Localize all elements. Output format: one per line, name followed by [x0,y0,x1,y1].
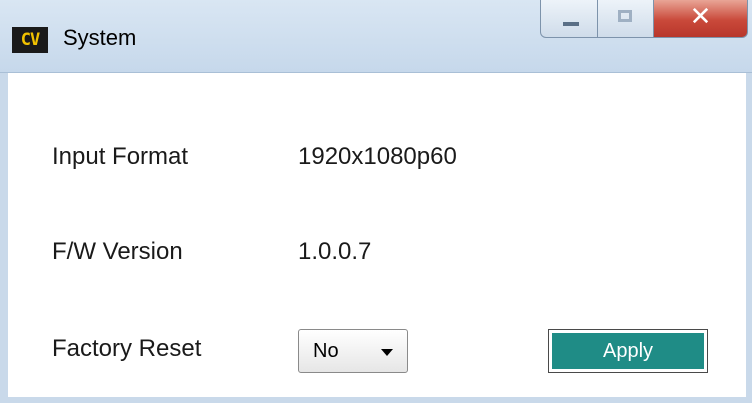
input-format-value: 1920x1080p60 [298,143,457,170]
system-window: CV System ✕ Input Format 1920x1080p60 F/… [0,0,752,403]
chevron-down-icon [381,349,393,356]
title-bar[interactable]: CV System ✕ [0,0,752,73]
caption-buttons: ✕ [540,0,748,40]
app-logo-icon: CV [12,27,48,53]
minimize-icon [563,22,579,26]
factory-reset-select[interactable]: No [298,329,408,373]
factory-reset-label: Factory Reset [52,335,202,362]
close-icon: ✕ [689,2,712,32]
maximize-icon [618,10,632,22]
close-button[interactable]: ✕ [654,0,748,38]
window-title: System [63,25,137,50]
fw-version-label: F/W Version [52,238,183,265]
factory-reset-selected-value: No [313,340,339,362]
minimize-button[interactable] [540,0,598,38]
input-format-label: Input Format [52,143,189,170]
fw-version-value: 1.0.0.7 [298,238,372,265]
apply-button-label: Apply [552,333,704,369]
apply-button[interactable]: Apply [548,329,708,373]
maximize-button[interactable] [598,0,654,38]
